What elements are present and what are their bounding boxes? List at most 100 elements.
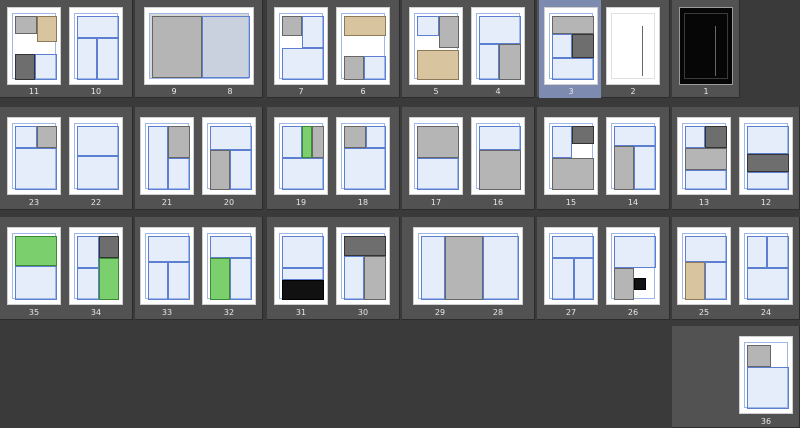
spread-11-10[interactable]: 11 10 (0, 0, 133, 98)
spread-19-18[interactable]: 19 18 (267, 107, 400, 210)
panel (634, 278, 646, 290)
spread-35-34[interactable]: 35 34 (0, 217, 133, 320)
panel (344, 256, 364, 300)
page-thumb-19[interactable] (274, 117, 328, 195)
spread-29-28[interactable]: 29 28 (402, 217, 535, 320)
spread-33-32[interactable]: 33 32 (135, 217, 263, 320)
page-number-20: 20 (223, 198, 235, 207)
page-frame (611, 123, 656, 190)
page-frame (74, 123, 119, 190)
panel (479, 150, 521, 190)
panel (77, 268, 99, 300)
page-thumb-18[interactable] (336, 117, 390, 195)
page-thumb-20[interactable] (202, 117, 256, 195)
page-frame (279, 13, 324, 80)
page-number-6: 6 (360, 87, 366, 96)
page-thumb-12[interactable] (739, 117, 793, 195)
panel (344, 236, 386, 256)
spread-25-24[interactable]: 25 24 (672, 217, 800, 320)
page-thumb-24[interactable] (739, 227, 793, 305)
page-thumb-36[interactable] (739, 336, 793, 414)
panel (439, 16, 459, 48)
panel (344, 148, 386, 190)
page-thumb-9-8[interactable] (144, 7, 254, 85)
page-thumb-26[interactable] (606, 227, 660, 305)
page-thumb-17[interactable] (409, 117, 463, 195)
page-thumb-33[interactable] (140, 227, 194, 305)
panel (685, 148, 727, 170)
panel (77, 38, 97, 80)
page-thumb-35[interactable] (7, 227, 61, 305)
page-thumb-10[interactable] (69, 7, 123, 85)
page-number-16: 16 (492, 198, 504, 207)
page-thumb-15[interactable] (544, 117, 598, 195)
spread-3-2[interactable]: 3 2 (537, 0, 670, 98)
page-thumb-31[interactable] (274, 227, 328, 305)
panel (15, 54, 35, 80)
page-thumb-16[interactable] (471, 117, 525, 195)
page-thumb-22[interactable] (69, 117, 123, 195)
page-thumb-11[interactable] (7, 7, 61, 85)
spread-17-16[interactable]: 17 16 (402, 107, 535, 210)
panel (210, 150, 230, 190)
text-lines (715, 26, 728, 76)
page-thumb-4[interactable] (471, 7, 525, 85)
page-thumb-30[interactable] (336, 227, 390, 305)
spread-15-14[interactable]: 15 14 (537, 107, 670, 210)
page-number-22: 22 (90, 198, 102, 207)
page-thumb-2[interactable] (606, 7, 660, 85)
panel (479, 126, 521, 150)
spread-7-6[interactable]: 7 6 (267, 0, 400, 98)
panel (574, 258, 594, 300)
panel (445, 236, 483, 300)
page-thumb-6[interactable] (336, 7, 390, 85)
page-thumb-29-28[interactable] (413, 227, 523, 305)
panel (282, 280, 324, 300)
panel (77, 156, 119, 190)
panel (344, 16, 386, 36)
spread-13-12[interactable]: 13 12 (672, 107, 800, 210)
page-number-11: 11 (28, 87, 40, 96)
spread-21-20[interactable]: 21 20 (135, 107, 263, 210)
panel (312, 126, 324, 158)
page-thumb-13[interactable] (677, 117, 731, 195)
page-thumb-25[interactable] (677, 227, 731, 305)
page-thumb-3[interactable] (544, 7, 598, 85)
page-frame (476, 13, 521, 80)
spread-5-4[interactable]: 5 4 (402, 0, 535, 98)
panel (210, 258, 230, 300)
page-number-29: 29 (434, 308, 446, 317)
page-number-31: 31 (295, 308, 307, 317)
page-thumb-23[interactable] (7, 117, 61, 195)
panel (168, 158, 190, 190)
panel (302, 126, 312, 158)
panel (747, 126, 789, 154)
panel (152, 16, 202, 78)
page-thumb-21[interactable] (140, 117, 194, 195)
spread-1[interactable]: 1 (672, 0, 740, 98)
page-thumb-14[interactable] (606, 117, 660, 195)
page-frame (12, 13, 57, 80)
panel (417, 16, 439, 36)
page-frame (149, 13, 250, 79)
page-thumb-7[interactable] (274, 7, 328, 85)
page-number-33: 33 (161, 308, 173, 317)
page-frame (744, 342, 789, 409)
panel (282, 236, 324, 268)
spread-23-22[interactable]: 23 22 (0, 107, 133, 210)
page-frame (684, 13, 728, 79)
spread-36[interactable]: 36 (672, 326, 800, 428)
page-thumb-34[interactable] (69, 227, 123, 305)
panel (552, 58, 594, 80)
spread-31-30[interactable]: 31 30 (267, 217, 400, 320)
panel (614, 146, 634, 190)
page-thumb-1[interactable] (679, 7, 733, 85)
page-thumb-5[interactable] (409, 7, 463, 85)
spread-27-26[interactable]: 27 26 (537, 217, 670, 320)
page-thumb-27[interactable] (544, 227, 598, 305)
page-frame (611, 13, 655, 79)
panel (417, 126, 459, 158)
panel (168, 126, 190, 158)
spread-9-8[interactable]: 9 8 (135, 0, 263, 98)
page-thumb-32[interactable] (202, 227, 256, 305)
